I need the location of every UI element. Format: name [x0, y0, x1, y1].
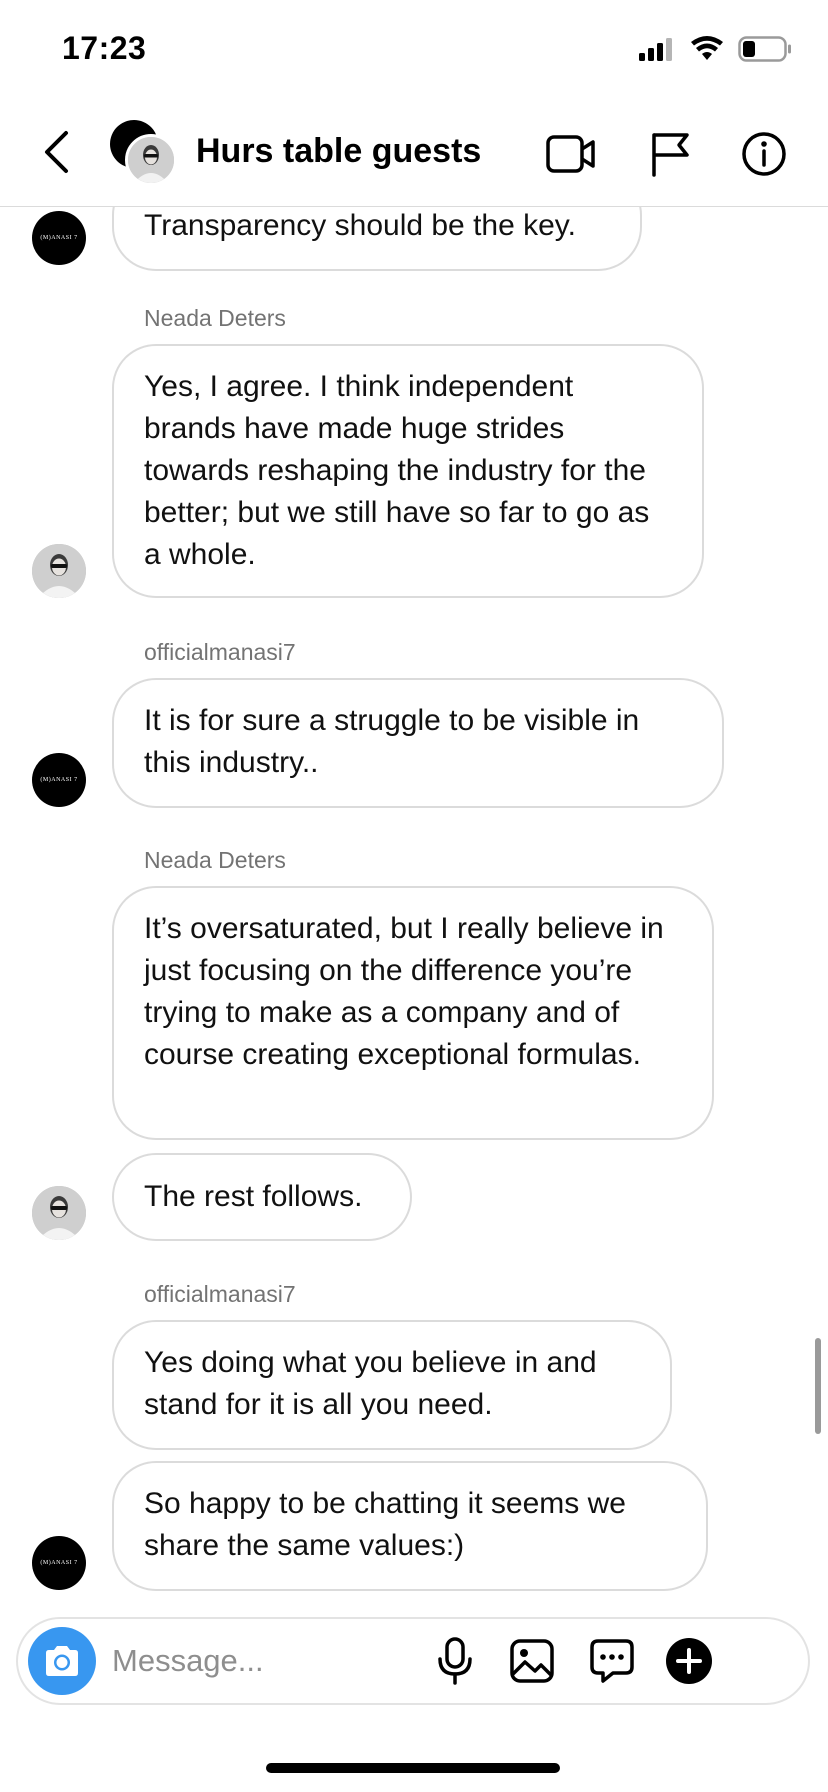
sticker-button[interactable]	[584, 1633, 640, 1689]
avatar-neada-deters[interactable]	[32, 544, 86, 598]
status-bar: 17:23	[0, 0, 828, 100]
status-time: 17:23	[62, 30, 147, 66]
scrollbar-thumb[interactable]	[815, 1338, 821, 1434]
message-bubble[interactable]: Yes, I agree. I think independent brands…	[112, 344, 704, 598]
message-bubble[interactable]: Yes doing what you believe in and stand …	[112, 1320, 672, 1450]
message-bubble[interactable]: The rest follows.	[112, 1153, 412, 1241]
sender-name: officialmanasi7	[144, 639, 296, 665]
status-icons	[638, 36, 792, 62]
video-call-icon	[546, 135, 595, 173]
message-text: It’s oversaturated, but I really believe…	[144, 912, 664, 1071]
avatar-officialmanasi7[interactable]: (M)ANASI 7	[32, 753, 86, 807]
avatar-brand-text: (M)ANASI 7	[40, 777, 78, 783]
sender-name: Neada Deters	[144, 305, 286, 331]
gallery-button[interactable]	[504, 1633, 560, 1689]
chat-title[interactable]: Hurs table guests	[196, 132, 481, 171]
sticker-icon	[590, 1639, 634, 1683]
camera-icon	[46, 1646, 78, 1676]
group-avatar-person	[125, 134, 177, 186]
camera-button[interactable]	[28, 1627, 96, 1695]
flag-icon	[652, 133, 689, 177]
message-text: Yes, I agree. I think independent brands…	[144, 370, 650, 571]
back-icon	[45, 131, 68, 173]
message-text: Yes doing what you believe in and stand …	[144, 1346, 597, 1421]
message-bubble[interactable]: So happy to be chatting it seems we shar…	[112, 1461, 708, 1591]
home-indicator[interactable]	[266, 1763, 560, 1773]
sender-name: officialmanasi7	[144, 1281, 296, 1307]
back-button[interactable]	[36, 126, 76, 178]
chat-header: Hurs table guests	[0, 100, 828, 207]
message-text: Transparency should be the key.	[144, 209, 576, 242]
avatar-neada-deters[interactable]	[32, 1186, 86, 1240]
message-bubble[interactable]: It’s oversaturated, but I really believe…	[112, 886, 714, 1140]
wifi-icon	[691, 36, 723, 60]
message-composer	[16, 1617, 810, 1705]
video-call-button[interactable]	[541, 124, 601, 184]
message-text: It is for sure a struggle to be visible …	[144, 704, 640, 779]
plus-icon	[666, 1638, 712, 1684]
report-button[interactable]	[640, 124, 700, 184]
message-text: The rest follows.	[144, 1180, 363, 1213]
battery-icon	[738, 36, 791, 62]
message-text: So happy to be chatting it seems we shar…	[144, 1487, 626, 1562]
group-avatar[interactable]	[110, 118, 180, 188]
avatar-officialmanasi7[interactable]: (M)ANASI 7	[32, 1536, 86, 1590]
microphone-icon	[438, 1637, 472, 1685]
sender-name: Neada Deters	[144, 847, 286, 873]
info-icon	[742, 132, 786, 176]
message-thread[interactable]: Transparency should be the key. (M)ANASI…	[0, 207, 828, 1607]
avatar-officialmanasi7[interactable]: (M)ANASI 7	[32, 211, 86, 265]
voice-message-button[interactable]	[427, 1633, 483, 1689]
avatar-brand-text: (M)ANASI 7	[40, 235, 78, 241]
more-options-button[interactable]	[661, 1633, 717, 1689]
message-bubble[interactable]: Transparency should be the key.	[112, 207, 642, 271]
gallery-icon	[510, 1639, 554, 1683]
message-bubble[interactable]: It is for sure a struggle to be visible …	[112, 678, 724, 808]
info-button[interactable]	[734, 124, 794, 184]
avatar-brand-text: (M)ANASI 7	[40, 1560, 78, 1566]
cellular-signal-icon	[639, 38, 672, 61]
